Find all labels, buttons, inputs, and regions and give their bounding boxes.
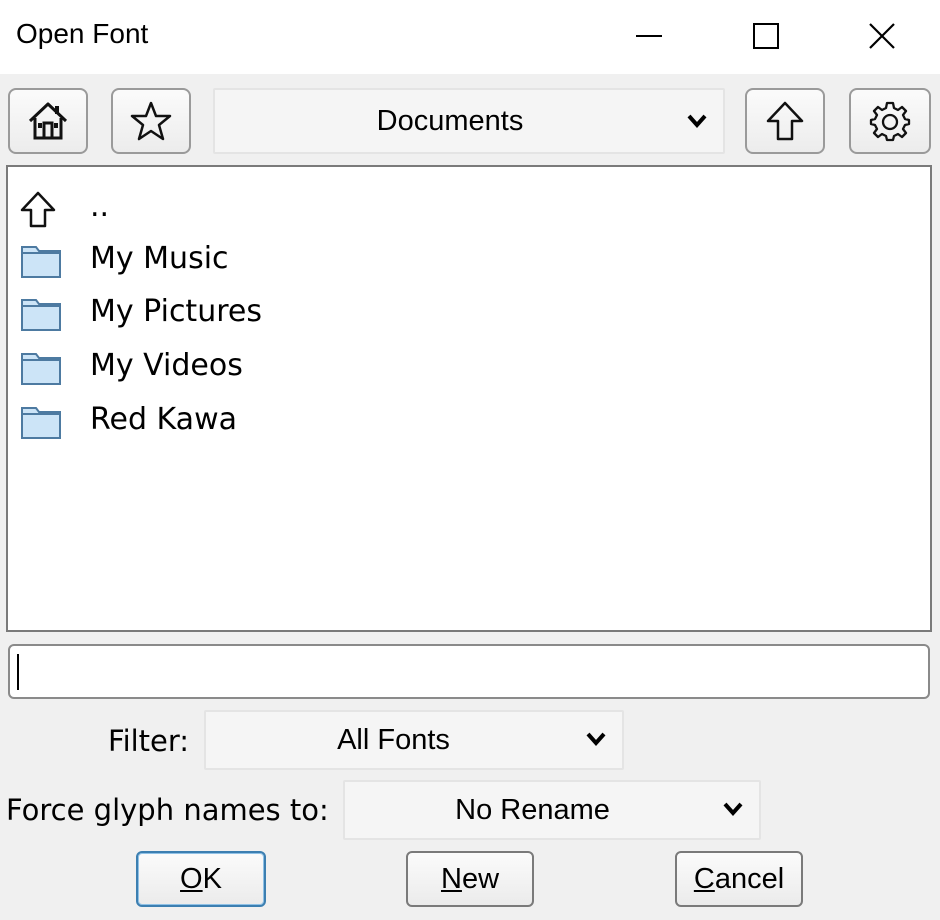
filename-input[interactable] [8, 644, 930, 699]
list-item[interactable]: Red Kawa [8, 394, 930, 446]
file-name: My Pictures [90, 294, 262, 329]
rename-dropdown[interactable]: No Rename [343, 780, 761, 840]
cancel-mnemonic: C [693, 862, 715, 895]
directory-dropdown[interactable]: Documents [213, 88, 725, 154]
minimize-button[interactable] [592, 0, 708, 72]
filter-dropdown[interactable]: All Fonts [204, 710, 624, 770]
new-button[interactable]: New [406, 851, 534, 907]
filter-label: Filter: [108, 724, 190, 758]
filter-value: All Fonts [337, 724, 450, 756]
home-icon [28, 102, 68, 140]
new-label-rest: ew [461, 862, 500, 895]
cancel-label-rest: ancel [714, 862, 785, 895]
folder-icon [21, 299, 61, 331]
rename-value: No Rename [455, 794, 610, 826]
list-item[interactable]: My Videos [8, 340, 930, 392]
maximize-button[interactable] [708, 0, 824, 72]
gear-icon [869, 101, 911, 142]
home-button[interactable] [8, 88, 88, 154]
title-bar[interactable]: Open Font [0, 0, 940, 74]
up-arrow-icon [20, 191, 56, 228]
star-icon [130, 101, 172, 141]
file-name: .. [90, 189, 110, 224]
file-name: Red Kawa [90, 402, 237, 437]
new-mnemonic: N [440, 862, 462, 895]
text-cursor [17, 654, 19, 690]
current-directory: Documents [376, 105, 524, 137]
ok-mnemonic: O [180, 862, 203, 895]
chevron-down-icon [586, 732, 606, 746]
window-title: Open Font [16, 18, 149, 49]
settings-button[interactable] [849, 88, 931, 154]
list-item-parent[interactable]: .. [8, 181, 930, 233]
file-name: My Videos [90, 348, 243, 383]
folder-icon [21, 353, 61, 385]
up-arrow-icon [766, 101, 804, 141]
ok-label-rest: K [202, 862, 222, 895]
folder-icon [21, 246, 61, 278]
close-icon [869, 23, 895, 49]
bookmark-button[interactable] [111, 88, 191, 154]
list-item[interactable]: My Pictures [8, 286, 930, 338]
parent-directory-button[interactable] [745, 88, 825, 154]
file-name: My Music [90, 241, 229, 276]
minimize-icon [636, 35, 662, 37]
chevron-down-icon [723, 802, 743, 816]
list-item[interactable]: My Music [8, 233, 930, 285]
cancel-button[interactable]: Cancel [675, 851, 803, 907]
force-glyph-names-label: Force glyph names to: [6, 793, 329, 827]
maximize-icon [753, 23, 779, 49]
close-button[interactable] [824, 0, 940, 72]
file-list[interactable]: .. My Music My Pictures My Videos Red Ka… [6, 165, 932, 632]
ok-button[interactable]: OK [136, 851, 266, 907]
folder-icon [21, 407, 61, 439]
open-font-dialog: Open Font Documents .. My Music My Pictu… [0, 0, 940, 920]
chevron-down-icon [687, 114, 707, 128]
